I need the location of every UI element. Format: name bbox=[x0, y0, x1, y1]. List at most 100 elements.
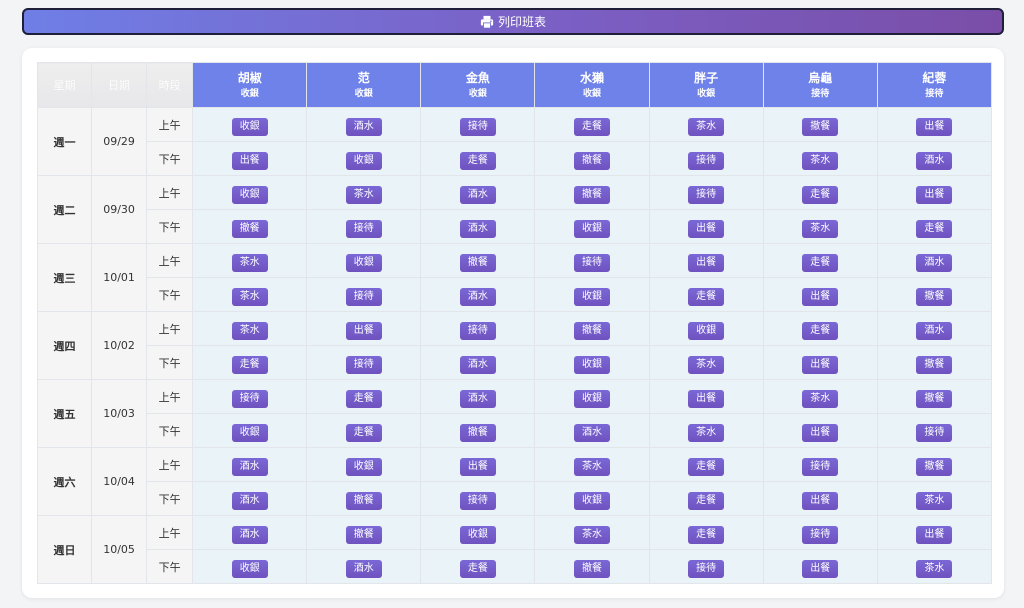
task-badge[interactable]: 接待 bbox=[802, 525, 839, 544]
task-badge[interactable]: 接待 bbox=[345, 287, 382, 306]
task-badge[interactable]: 走餐 bbox=[688, 491, 725, 510]
task-badge[interactable]: 接待 bbox=[574, 253, 611, 272]
task-badge[interactable]: 酒水 bbox=[459, 219, 496, 238]
task-badge[interactable]: 收銀 bbox=[231, 423, 268, 442]
task-badge[interactable]: 酒水 bbox=[459, 355, 496, 374]
task-badge[interactable]: 茶水 bbox=[916, 559, 953, 578]
task-badge[interactable]: 收銀 bbox=[231, 185, 268, 204]
task-badge[interactable]: 走餐 bbox=[916, 219, 953, 238]
task-badge[interactable]: 收銀 bbox=[345, 457, 382, 476]
task-badge[interactable]: 酒水 bbox=[459, 389, 496, 408]
task-badge[interactable]: 茶水 bbox=[574, 525, 611, 544]
task-badge[interactable]: 撤餐 bbox=[459, 423, 496, 442]
task-badge[interactable]: 茶水 bbox=[916, 491, 953, 510]
task-badge[interactable]: 接待 bbox=[688, 151, 725, 170]
task-badge[interactable]: 酒水 bbox=[459, 287, 496, 306]
task-badge[interactable]: 收銀 bbox=[574, 491, 611, 510]
task-badge[interactable]: 茶水 bbox=[802, 219, 839, 238]
task-badge[interactable]: 出餐 bbox=[802, 491, 839, 510]
task-badge[interactable]: 走餐 bbox=[688, 525, 725, 544]
task-badge[interactable]: 收銀 bbox=[688, 321, 725, 340]
task-badge[interactable]: 酒水 bbox=[916, 151, 953, 170]
task-badge[interactable]: 茶水 bbox=[345, 185, 382, 204]
day-label: 週一 bbox=[36, 107, 93, 176]
task-badge[interactable]: 撤餐 bbox=[345, 491, 382, 510]
task-badge[interactable]: 撤餐 bbox=[459, 253, 496, 272]
task-badge[interactable]: 走餐 bbox=[231, 355, 268, 374]
task-badge[interactable]: 撤餐 bbox=[574, 321, 611, 340]
task-badge[interactable]: 酒水 bbox=[916, 321, 953, 340]
task-badge[interactable]: 茶水 bbox=[231, 321, 268, 340]
task-badge[interactable]: 收銀 bbox=[574, 355, 611, 374]
task-badge[interactable]: 走餐 bbox=[688, 457, 725, 476]
task-badge[interactable]: 撤餐 bbox=[802, 117, 839, 136]
task-badge[interactable]: 酒水 bbox=[459, 185, 496, 204]
task-badge[interactable]: 收銀 bbox=[231, 117, 268, 136]
task-badge[interactable]: 茶水 bbox=[802, 389, 839, 408]
task-badge[interactable]: 收銀 bbox=[459, 525, 496, 544]
task-badge[interactable]: 撤餐 bbox=[345, 525, 382, 544]
task-badge[interactable]: 酒水 bbox=[231, 491, 268, 510]
task-badge[interactable]: 出餐 bbox=[802, 355, 839, 374]
task-badge[interactable]: 接待 bbox=[231, 389, 268, 408]
task-badge[interactable]: 撤餐 bbox=[916, 389, 953, 408]
task-badge[interactable]: 茶水 bbox=[231, 253, 268, 272]
task-badge[interactable]: 出餐 bbox=[688, 253, 725, 272]
task-badge[interactable]: 茶水 bbox=[688, 355, 725, 374]
task-badge[interactable]: 接待 bbox=[345, 219, 382, 238]
task-badge[interactable]: 酒水 bbox=[916, 253, 953, 272]
task-badge[interactable]: 走餐 bbox=[345, 389, 382, 408]
task-badge[interactable]: 走餐 bbox=[802, 321, 839, 340]
print-schedule-button[interactable]: 列印班表 bbox=[22, 8, 1004, 35]
task-badge[interactable]: 接待 bbox=[459, 321, 496, 340]
task-badge[interactable]: 走餐 bbox=[574, 117, 611, 136]
task-badge[interactable]: 撤餐 bbox=[574, 185, 611, 204]
task-badge[interactable]: 茶水 bbox=[802, 151, 839, 170]
task-badge[interactable]: 茶水 bbox=[688, 117, 725, 136]
task-badge[interactable]: 撤餐 bbox=[574, 151, 611, 170]
task-badge[interactable]: 出餐 bbox=[688, 389, 725, 408]
task-badge[interactable]: 收銀 bbox=[574, 389, 611, 408]
task-badge[interactable]: 茶水 bbox=[688, 423, 725, 442]
task-badge[interactable]: 茶水 bbox=[574, 457, 611, 476]
task-badge[interactable]: 酒水 bbox=[345, 117, 382, 136]
task-badge[interactable]: 走餐 bbox=[459, 559, 496, 578]
task-badge[interactable]: 出餐 bbox=[916, 525, 953, 544]
task-badge[interactable]: 走餐 bbox=[459, 151, 496, 170]
task-badge[interactable]: 接待 bbox=[916, 423, 953, 442]
task-badge[interactable]: 走餐 bbox=[688, 287, 725, 306]
task-badge[interactable]: 接待 bbox=[345, 355, 382, 374]
task-badge[interactable]: 走餐 bbox=[802, 185, 839, 204]
task-badge[interactable]: 酒水 bbox=[231, 525, 268, 544]
task-badge[interactable]: 接待 bbox=[688, 185, 725, 204]
task-badge[interactable]: 接待 bbox=[688, 559, 725, 578]
task-badge[interactable]: 撤餐 bbox=[916, 457, 953, 476]
task-badge[interactable]: 出餐 bbox=[916, 185, 953, 204]
task-badge[interactable]: 出餐 bbox=[916, 117, 953, 136]
task-badge[interactable]: 收銀 bbox=[574, 219, 611, 238]
task-badge[interactable]: 收銀 bbox=[231, 559, 268, 578]
task-badge[interactable]: 撤餐 bbox=[231, 219, 268, 238]
task-badge[interactable]: 撤餐 bbox=[574, 559, 611, 578]
task-badge[interactable]: 收銀 bbox=[574, 287, 611, 306]
task-badge[interactable]: 出餐 bbox=[345, 321, 382, 340]
task-badge[interactable]: 接待 bbox=[459, 491, 496, 510]
task-badge[interactable]: 出餐 bbox=[231, 151, 268, 170]
task-badge[interactable]: 出餐 bbox=[802, 287, 839, 306]
task-badge[interactable]: 收銀 bbox=[345, 151, 382, 170]
task-badge[interactable]: 出餐 bbox=[802, 559, 839, 578]
task-badge[interactable]: 接待 bbox=[459, 117, 496, 136]
task-badge[interactable]: 接待 bbox=[802, 457, 839, 476]
task-badge[interactable]: 出餐 bbox=[688, 219, 725, 238]
task-badge[interactable]: 出餐 bbox=[802, 423, 839, 442]
task-badge[interactable]: 撤餐 bbox=[916, 287, 953, 306]
task-badge[interactable]: 出餐 bbox=[459, 457, 496, 476]
task-badge[interactable]: 酒水 bbox=[231, 457, 268, 476]
task-badge[interactable]: 茶水 bbox=[231, 287, 268, 306]
task-badge[interactable]: 走餐 bbox=[345, 423, 382, 442]
task-badge[interactable]: 酒水 bbox=[345, 559, 382, 578]
task-badge[interactable]: 撤餐 bbox=[916, 355, 953, 374]
task-badge[interactable]: 走餐 bbox=[802, 253, 839, 272]
task-badge[interactable]: 酒水 bbox=[574, 423, 611, 442]
task-badge[interactable]: 收銀 bbox=[345, 253, 382, 272]
